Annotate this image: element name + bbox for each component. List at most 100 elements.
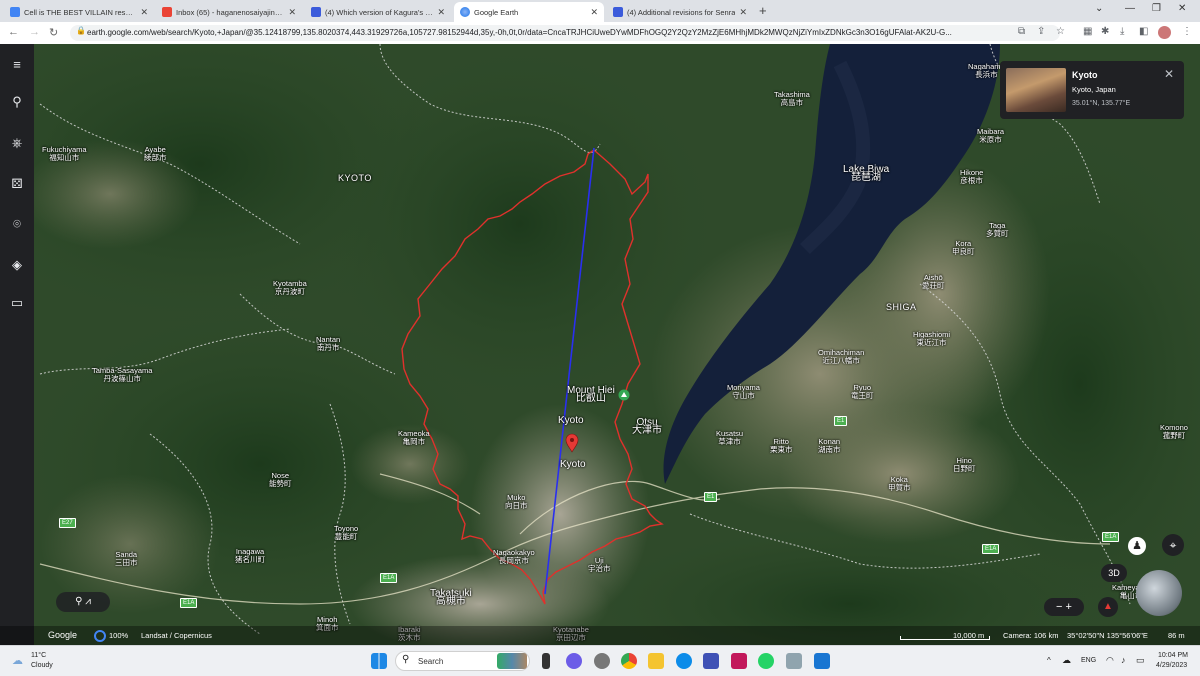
label-omihachiman[interactable]: Omihachiman 近江八幡市	[818, 349, 864, 365]
label-mount-hiei[interactable]: Mount Hiei 比叡山	[567, 386, 615, 404]
back-icon[interactable]: ←	[8, 26, 19, 38]
label-kyotamba[interactable]: Kyotamba 京丹波町	[273, 280, 307, 296]
label-sanda[interactable]: Sanda 三田市	[115, 551, 138, 567]
label-kusatsu[interactable]: Kusatsu 草津市	[716, 430, 743, 446]
profile-avatar[interactable]	[1158, 26, 1171, 39]
tab-senran[interactable]: (4) Additional revisions for Senra ✕	[607, 2, 753, 22]
photos-icon[interactable]	[786, 653, 802, 669]
menu-icon[interactable]: ⋮	[1182, 26, 1192, 37]
chevron-up-icon[interactable]: ^	[1047, 656, 1051, 665]
view-3d-toggle[interactable]: 3D	[1101, 564, 1127, 582]
label-muko[interactable]: Muko 向日市	[505, 494, 528, 510]
label-taga[interactable]: Taga 多賀町	[986, 222, 1009, 238]
compass-icon[interactable]: ▲	[1098, 597, 1118, 617]
app-icon[interactable]	[731, 653, 747, 669]
label-higashiomi[interactable]: Higashiomi 東近江市	[913, 331, 950, 347]
address-bar[interactable]: earth.google.com/web/search/Kyoto,+Japan…	[70, 25, 1060, 41]
label-nagaokakyo[interactable]: Nagaokakyo 長岡京市	[493, 549, 535, 565]
projects-icon[interactable]: ⌾	[9, 216, 25, 232]
map-style-icon[interactable]: ◈	[9, 257, 25, 273]
wifi-icon[interactable]: ◠	[1106, 655, 1114, 666]
close-icon[interactable]: ✕	[1164, 67, 1174, 81]
label-tamba-sasayama[interactable]: Tamba-Sasayama 丹波篠山市	[92, 367, 152, 383]
start-icon[interactable]	[371, 653, 387, 669]
minimize-button[interactable]: —	[1125, 3, 1135, 14]
forward-icon[interactable]: →	[29, 26, 40, 38]
close-tab-icon[interactable]: ✕	[288, 7, 296, 18]
weather-text[interactable]: Cloudy	[31, 662, 53, 669]
label-uji[interactable]: Uji 宇治市	[588, 557, 611, 573]
install-icon[interactable]: ⧉	[1018, 26, 1025, 37]
label-aisho[interactable]: Aishō 愛荘町	[922, 274, 945, 290]
my-location-icon[interactable]: ⌖	[1162, 534, 1184, 556]
label-inagawa[interactable]: Inagawa 猪名川町	[235, 548, 265, 564]
label-komono[interactable]: Komono 菰野町	[1160, 424, 1188, 440]
download-icon[interactable]: ⤓	[1120, 26, 1124, 37]
label-kora[interactable]: Kora 甲良町	[952, 240, 975, 256]
tab-search-icon[interactable]: ⌄	[1095, 3, 1103, 14]
label-moriyama[interactable]: Moriyama 守山市	[727, 384, 760, 400]
label-maibara[interactable]: Maibara 米原市	[977, 128, 1004, 144]
label-toyono[interactable]: Toyono 豊能町	[334, 525, 358, 541]
file-explorer-icon[interactable]	[648, 653, 664, 669]
side-panel-icon[interactable]: ◧	[1139, 26, 1148, 37]
close-tab-icon[interactable]: ✕	[590, 7, 598, 18]
reload-icon[interactable]: ↻	[49, 26, 58, 39]
share-icon[interactable]: ⇪	[1037, 26, 1045, 37]
label-ryuo[interactable]: Ryuo 竜王町	[851, 384, 874, 400]
feeling-lucky-icon[interactable]: ⚄	[9, 176, 25, 192]
voyager-icon[interactable]: ⎈	[9, 135, 25, 151]
puzzle-icon[interactable]: ✱	[1101, 26, 1109, 37]
globe-minimap[interactable]	[1136, 570, 1182, 616]
place-info-card[interactable]: Kyoto Kyoto, Japan 35.01°N, 135.77°E ✕	[1000, 61, 1184, 119]
menu-icon[interactable]: ≡	[9, 57, 25, 73]
weather-temp[interactable]: 11°C	[31, 652, 46, 659]
layers-and-measure-tools[interactable]: ⚲ ⩘	[56, 592, 110, 612]
label-kyoto-city[interactable]: Kyoto	[558, 416, 584, 426]
language-indicator[interactable]: ENG	[1081, 657, 1096, 664]
label-kyoto-prefecture[interactable]: KYOTO	[338, 174, 372, 183]
store-icon[interactable]	[703, 653, 719, 669]
task-view-icon[interactable]	[542, 653, 550, 669]
label-hikone[interactable]: Hikone 彦根市	[960, 169, 983, 185]
kyoto-photo[interactable]	[1006, 68, 1066, 112]
close-tab-icon[interactable]: ✕	[437, 7, 445, 18]
label-koka[interactable]: Koka 甲賀市	[888, 476, 911, 492]
close-window-button[interactable]: ✕	[1178, 3, 1186, 14]
restore-button[interactable]: ❐	[1152, 3, 1161, 14]
volume-icon[interactable]: ♪	[1121, 655, 1126, 665]
settings-icon[interactable]	[594, 653, 610, 669]
imagery-attribution[interactable]: Landsat / Copernicus	[141, 631, 212, 640]
close-tab-icon[interactable]: ✕	[739, 7, 747, 18]
whatsapp-icon[interactable]	[758, 653, 774, 669]
bookmark-star-icon[interactable]: ☆	[1056, 26, 1065, 37]
label-takashima[interactable]: Takashima 高島市	[774, 91, 810, 107]
onedrive-icon[interactable]: ☁	[1062, 655, 1071, 666]
measure-icon[interactable]: ▭	[9, 295, 25, 311]
chrome-icon[interactable]	[621, 653, 637, 669]
label-nantan[interactable]: Nantan 南丹市	[316, 336, 340, 352]
tab-inbox[interactable]: Inbox (65) - haganenosaiyajin@g ✕	[156, 2, 302, 22]
label-lake-biwa[interactable]: Lake Biwa 琵琶湖	[843, 165, 889, 183]
label-shiga[interactable]: SHIGA	[886, 303, 917, 312]
label-ritto[interactable]: Ritto 栗東市	[770, 438, 793, 454]
label-nose[interactable]: Nose 能勢町	[269, 472, 292, 488]
zoom-controls[interactable]: − +	[1044, 598, 1084, 616]
chat-icon[interactable]	[566, 653, 582, 669]
label-hino[interactable]: Hino 日野町	[953, 457, 976, 473]
tab-kagura[interactable]: (4) Which version of Kagura's fea ✕	[305, 2, 451, 22]
cloud-icon[interactable]: ☁	[12, 654, 23, 667]
clock-time[interactable]: 10:04 PM	[1158, 652, 1188, 659]
pegman-icon[interactable]: ♟	[1128, 537, 1146, 555]
earth-map-view[interactable]: Fukuchiyama 福知山市 Ayabe 綾部市 KYOTO Kyotamba 京…	[0, 44, 1200, 645]
extension-icon[interactable]: ▦	[1083, 26, 1092, 37]
label-konan[interactable]: Konan 湖南市	[818, 438, 841, 454]
label-kyoto-pin[interactable]: Kyoto	[560, 460, 586, 470]
lock-icon[interactable]: 🔒	[76, 26, 86, 35]
label-kameoka[interactable]: Kameoka 亀岡市	[398, 430, 430, 446]
label-takatsuki[interactable]: Takatsuki 高槻市	[430, 589, 472, 607]
search-highlight-icon[interactable]	[497, 653, 527, 669]
label-ayabe[interactable]: Ayabe 綾部市	[144, 146, 167, 162]
tab-google-earth[interactable]: Google Earth ✕	[454, 2, 604, 22]
clock-date[interactable]: 4/29/2023	[1156, 662, 1187, 669]
